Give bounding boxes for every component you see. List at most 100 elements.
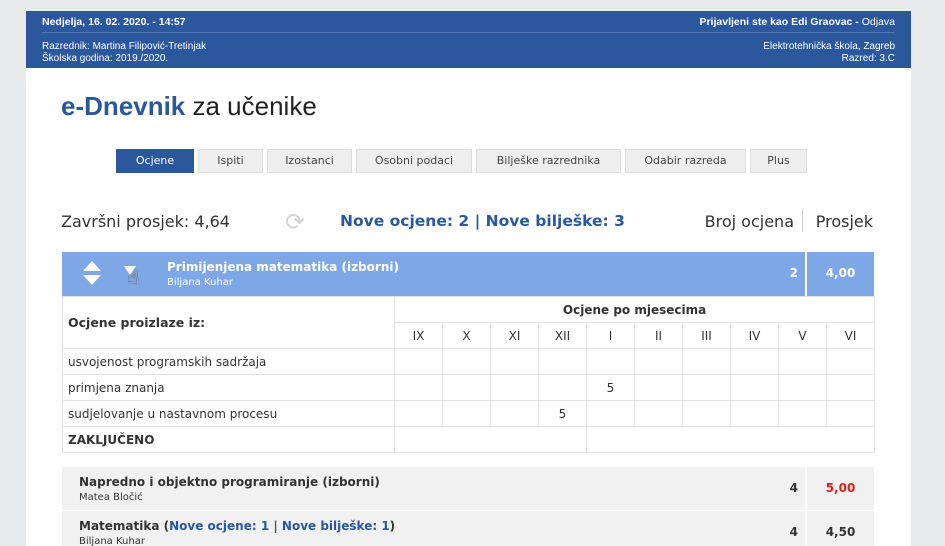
class-teacher: Razrednik: Martina Filipović-Tretinjak bbox=[42, 41, 207, 52]
tab-biljeske-razrednika[interactable]: Bilješke razrednika bbox=[476, 149, 621, 173]
top-bar: Nedjelja, 16. 02. 2020. - 14:57 Prijavlj… bbox=[26, 11, 911, 68]
subject-name: Primijenjena matematika (izborni) bbox=[167, 260, 399, 274]
subject-average: 4,50 bbox=[825, 525, 856, 539]
tab-odabir-razreda[interactable]: Odabir razreda bbox=[625, 149, 746, 173]
grade-cell bbox=[634, 400, 683, 427]
subject-teacher: Biljana Kuhar bbox=[167, 277, 233, 288]
grade-cell bbox=[730, 374, 779, 401]
class-name: Razred: 3.C bbox=[841, 53, 895, 64]
grade-cell bbox=[394, 400, 443, 427]
grade-cell bbox=[490, 374, 539, 401]
month-header: VI bbox=[825, 322, 876, 349]
month-header: X bbox=[442, 322, 491, 349]
grade-count: 4 bbox=[789, 525, 798, 539]
grade-cell bbox=[490, 348, 539, 375]
month-header: IX bbox=[394, 322, 443, 349]
grade-count: 2 bbox=[789, 266, 798, 280]
brand-name: e-Dnevnik bbox=[61, 91, 186, 121]
divider bbox=[42, 32, 895, 33]
row-label: usvojenost programskih sadržaja bbox=[62, 348, 395, 375]
subject-name: Matematika (Nove ocjene: 1 | Nove bilješ… bbox=[79, 519, 396, 533]
subject-teacher: Matea Bločić bbox=[79, 492, 143, 503]
grade-cell bbox=[682, 400, 731, 427]
tab-ispiti[interactable]: Ispiti bbox=[198, 149, 263, 173]
month-header: XI bbox=[490, 322, 539, 349]
grade-cell bbox=[730, 400, 779, 427]
row-label: sudjelovanje u nastavnom procesu bbox=[62, 400, 395, 427]
hand-cursor-icon: ☝ bbox=[128, 267, 139, 288]
date-time: Nedjelja, 16. 02. 2020. - 14:57 bbox=[42, 16, 186, 28]
subject-row-primijenjena-matematika[interactable]: ☝ Primijenjena matematika (izborni) Bilj… bbox=[62, 252, 874, 296]
grades-source-header: Ocjene proizlaze iz: bbox=[62, 296, 395, 349]
subject-average: 4,00 bbox=[825, 266, 856, 280]
tab-izostanci[interactable]: Izostanci bbox=[267, 149, 352, 173]
grade-cell bbox=[682, 374, 731, 401]
grade-cell bbox=[490, 400, 539, 427]
grade-cell bbox=[825, 374, 876, 401]
grade-count: 4 bbox=[789, 481, 798, 495]
tab-bar: Ocjene Ispiti Izostanci Osobni podaci Bi… bbox=[116, 149, 807, 173]
final-average: Završni prosjek: 4,64 bbox=[61, 212, 230, 231]
tab-plus[interactable]: Plus bbox=[750, 149, 807, 173]
summary-bar: Završni prosjek: 4,64 ⟳ Nove ocjene: 2 |… bbox=[61, 208, 873, 236]
month-header: II bbox=[634, 322, 683, 349]
grade-cell bbox=[586, 348, 635, 375]
table-row: usvojenost programskih sadržaja bbox=[62, 348, 876, 375]
tab-osobni-podaci[interactable]: Osobni podaci bbox=[356, 149, 472, 173]
user-info: Prijavljeni ste kao Edi Graovac - Odjava bbox=[699, 16, 895, 28]
school-year: Školska godina: 2019./2020. bbox=[42, 53, 169, 64]
subject-row-matematika[interactable]: Matematika (Nove ocjene: 1 | Nove bilješ… bbox=[62, 510, 874, 546]
divider bbox=[802, 210, 803, 232]
month-header: V bbox=[778, 322, 827, 349]
school-name: Elektrotehnička škola, Zagreb bbox=[763, 41, 895, 52]
grade-cell bbox=[778, 348, 827, 375]
subject-average: 5,00 bbox=[825, 481, 856, 495]
final-grade-cell bbox=[394, 426, 587, 453]
subject-name: Napredno i objektno programiranje (izbor… bbox=[79, 475, 380, 489]
grade-cell bbox=[394, 374, 443, 401]
reorder-icon[interactable] bbox=[82, 261, 102, 287]
average-header: Prosjek bbox=[815, 212, 873, 231]
new-grades-link[interactable]: Nove ocjene: 1 | Nove bilješke: 1 bbox=[169, 519, 390, 533]
tab-ocjene[interactable]: Ocjene bbox=[116, 149, 194, 173]
months-header: Ocjene po mjesecima bbox=[393, 296, 876, 323]
grade-cell bbox=[682, 348, 731, 375]
grade-cell bbox=[394, 348, 443, 375]
row-label: primjena znanja bbox=[62, 374, 395, 401]
grade-cell bbox=[538, 374, 587, 401]
grade-cell bbox=[634, 374, 683, 401]
app-subtitle: za učenike bbox=[185, 91, 317, 121]
table-row: sudjelovanje u nastavnom procesu 5 bbox=[62, 400, 876, 427]
subject-row-napredno-programiranje[interactable]: Napredno i objektno programiranje (izbor… bbox=[62, 466, 874, 510]
grade-cell bbox=[442, 400, 491, 427]
month-header: IV bbox=[730, 322, 779, 349]
grade-count-header: Broj ocjena bbox=[704, 212, 794, 231]
grade-cell[interactable]: 5 bbox=[586, 374, 635, 401]
table-row: primjena znanja 5 bbox=[62, 374, 876, 401]
grade-cell bbox=[442, 348, 491, 375]
final-grade-label: ZAKLJUČENO bbox=[62, 426, 395, 453]
grade-cell bbox=[442, 374, 491, 401]
subject-teacher: Biljana Kuhar bbox=[79, 536, 145, 546]
grade-cell bbox=[825, 400, 876, 427]
table-row: ZAKLJUČENO bbox=[62, 426, 876, 453]
grade-cell bbox=[778, 400, 827, 427]
grade-cell[interactable]: 5 bbox=[538, 400, 587, 427]
logout-link[interactable]: Odjava bbox=[862, 16, 895, 28]
grade-cell bbox=[586, 400, 635, 427]
month-header: III bbox=[682, 322, 731, 349]
grade-cell bbox=[730, 348, 779, 375]
refresh-icon[interactable]: ⟳ bbox=[285, 208, 305, 236]
month-header: I bbox=[586, 322, 635, 349]
grade-cell bbox=[538, 348, 587, 375]
grade-cell bbox=[778, 374, 827, 401]
final-grade-cell bbox=[585, 426, 876, 453]
app-title: e-Dnevnik za učenike bbox=[61, 91, 317, 122]
grades-table: Ocjene proizlaze iz: Ocjene po mjesecima… bbox=[62, 296, 876, 453]
grade-cell bbox=[825, 348, 876, 375]
logged-in-as: Prijavljeni ste kao Edi Graovac bbox=[699, 16, 853, 28]
month-header: XII bbox=[538, 322, 587, 349]
new-grades-link[interactable]: Nove ocjene: 2 | Nove bilješke: 3 bbox=[340, 212, 625, 230]
page: Nedjelja, 16. 02. 2020. - 14:57 Prijavlj… bbox=[26, 11, 911, 546]
grade-cell bbox=[634, 348, 683, 375]
